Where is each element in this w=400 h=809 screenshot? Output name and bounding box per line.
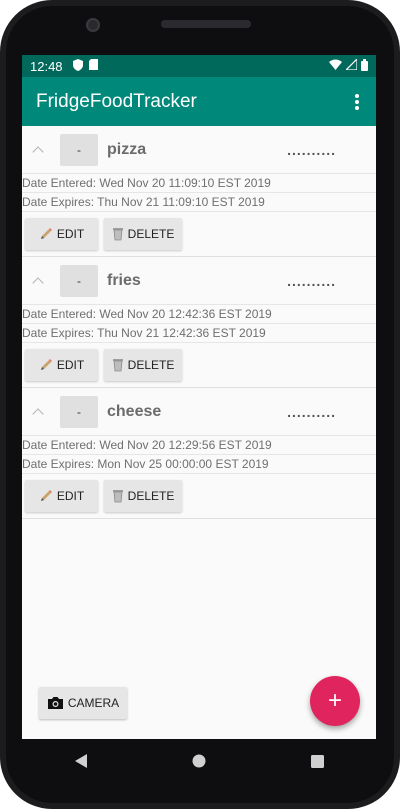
delete-button[interactable]: DELETE bbox=[104, 349, 182, 381]
item-actions: EDIT DELETE bbox=[22, 343, 376, 387]
item-header: - cheese .......... bbox=[22, 388, 376, 436]
delete-label: DELETE bbox=[127, 358, 175, 372]
overflow-menu-icon[interactable] bbox=[352, 92, 362, 112]
item-name: fries bbox=[107, 271, 141, 289]
decrement-button[interactable]: - bbox=[60, 133, 98, 166]
edit-button[interactable]: EDIT bbox=[25, 349, 98, 381]
list-item: - pizza .......... Date Entered: Wed Nov… bbox=[22, 126, 376, 257]
chevron-up-icon[interactable] bbox=[30, 404, 46, 420]
item-name: cheese bbox=[107, 402, 162, 420]
date-entered: Date Entered: Wed Nov 20 12:42:36 EST 20… bbox=[22, 305, 376, 324]
date-expires: Date Expires: Thu Nov 21 11:09:10 EST 20… bbox=[22, 193, 376, 212]
shield-icon bbox=[72, 58, 83, 74]
delete-button[interactable]: DELETE bbox=[104, 218, 182, 250]
delete-button[interactable]: DELETE bbox=[104, 480, 182, 512]
recents-icon[interactable] bbox=[307, 751, 327, 771]
item-actions: EDIT DELETE bbox=[22, 474, 376, 518]
add-item-button[interactable]: + bbox=[310, 676, 360, 726]
trash-icon bbox=[112, 358, 124, 372]
status-icons bbox=[329, 57, 368, 74]
back-icon[interactable] bbox=[71, 751, 91, 771]
decrement-button[interactable]: - bbox=[60, 395, 98, 428]
camera-label: CAMERA bbox=[67, 696, 120, 710]
list-item: - fries .......... Date Entered: Wed Nov… bbox=[22, 257, 376, 388]
sd-card-icon bbox=[88, 59, 98, 73]
status-time: 12:48 bbox=[30, 58, 63, 74]
item-header: - fries .......... bbox=[22, 257, 376, 305]
date-entered: Date Entered: Wed Nov 20 12:29:56 EST 20… bbox=[22, 436, 376, 455]
system-nav-bar bbox=[22, 739, 376, 783]
pencil-icon bbox=[39, 489, 53, 503]
screen: 12:48 FridgeFoodTracker - pizza ........… bbox=[22, 55, 376, 739]
date-expires: Date Expires: Mon Nov 25 00:00:00 EST 20… bbox=[22, 455, 376, 474]
trash-icon bbox=[112, 227, 124, 241]
edit-button[interactable]: EDIT bbox=[25, 480, 98, 512]
trash-icon bbox=[112, 489, 124, 503]
food-list: - pizza .......... Date Entered: Wed Nov… bbox=[22, 126, 376, 519]
wifi-icon bbox=[329, 59, 342, 73]
date-expires: Date Expires: Thu Nov 21 12:42:36 EST 20… bbox=[22, 324, 376, 343]
item-name: pizza bbox=[107, 140, 147, 158]
camera-button[interactable]: CAMERA bbox=[39, 687, 127, 719]
pencil-icon bbox=[39, 227, 53, 241]
app-bar: FridgeFoodTracker bbox=[22, 77, 376, 126]
list-item: - cheese .......... Date Entered: Wed No… bbox=[22, 388, 376, 519]
chevron-up-icon[interactable] bbox=[30, 142, 46, 158]
freshness-dots: .......... bbox=[287, 403, 336, 420]
camera-icon bbox=[47, 696, 64, 710]
front-camera bbox=[86, 18, 100, 32]
date-entered: Date Entered: Wed Nov 20 11:09:10 EST 20… bbox=[22, 174, 376, 193]
home-icon[interactable] bbox=[189, 751, 209, 771]
app-title: FridgeFoodTracker bbox=[36, 90, 197, 112]
edit-button[interactable]: EDIT bbox=[25, 218, 98, 250]
pencil-icon bbox=[39, 358, 53, 372]
freshness-dots: .......... bbox=[287, 141, 336, 158]
battery-icon bbox=[361, 58, 368, 74]
edit-label: EDIT bbox=[56, 358, 85, 372]
edit-label: EDIT bbox=[56, 227, 85, 241]
item-actions: EDIT DELETE bbox=[22, 212, 376, 256]
item-header: - pizza .......... bbox=[22, 126, 376, 174]
freshness-dots: .......... bbox=[287, 272, 336, 289]
delete-label: DELETE bbox=[127, 489, 175, 503]
decrement-button[interactable]: - bbox=[60, 264, 98, 297]
status-bar: 12:48 bbox=[22, 55, 376, 77]
earpiece-speaker bbox=[161, 20, 251, 28]
signal-icon bbox=[344, 57, 358, 73]
delete-label: DELETE bbox=[127, 227, 175, 241]
edit-label: EDIT bbox=[56, 489, 85, 503]
chevron-up-icon[interactable] bbox=[30, 273, 46, 289]
